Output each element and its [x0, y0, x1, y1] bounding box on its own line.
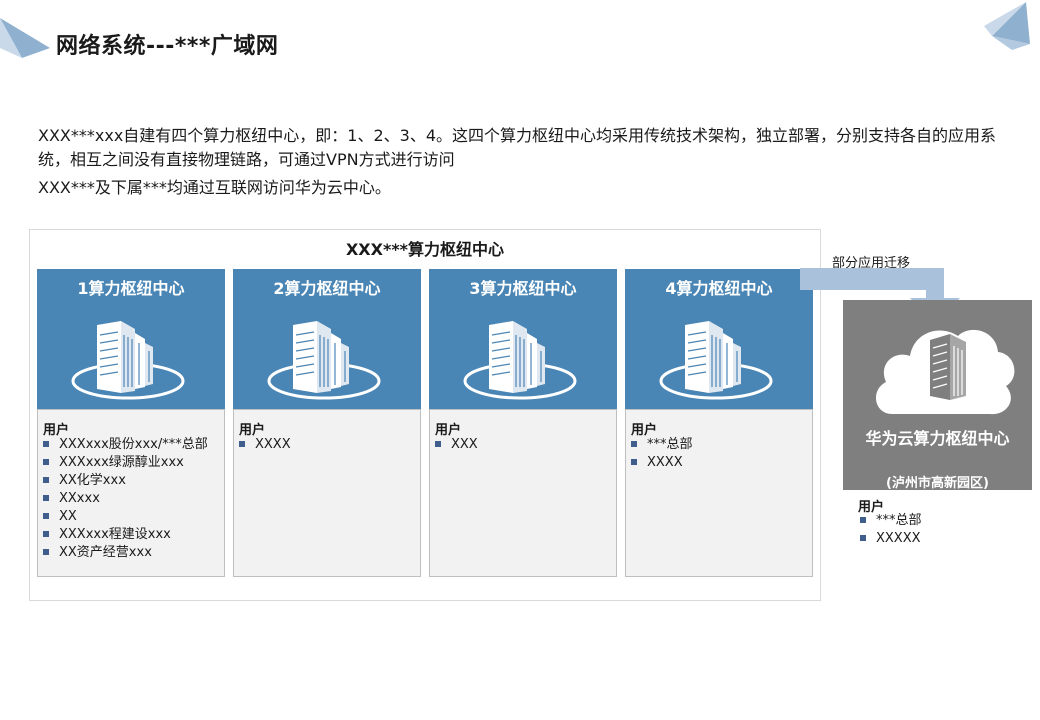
square-bullet-icon: [860, 534, 866, 541]
server-rack-icon: [71, 321, 185, 400]
hub-2-header: 2算力枢纽中心: [233, 269, 421, 409]
list-item: XXXxxx程建设xxx: [41, 526, 208, 544]
huawei-cloud-location: (泸州市高新园区): [886, 476, 989, 491]
intro-paragraph: XXX***xxx自建有四个算力枢纽中心，即：1、2、3、4。这四个算力枢纽中心…: [38, 126, 997, 169]
list-item: XX化学xxx: [41, 472, 208, 490]
hub-2-label: 2算力枢纽中心: [273, 279, 381, 298]
list-item: XXXX: [629, 454, 693, 472]
square-bullet-icon: [43, 494, 49, 501]
list-item: XX: [41, 508, 208, 526]
user-name: XXXxxx股份xxx/***总部: [59, 437, 208, 452]
huawei-users-panel: 用户 ***总部 XXXXX: [855, 496, 1035, 556]
square-bullet-icon: [631, 440, 637, 447]
hub-2-user-list: XXXX: [237, 436, 291, 454]
hub-4-header: 4算力枢纽中心: [625, 269, 813, 409]
hub-group-title: XXX***算力枢纽中心: [345, 240, 505, 259]
user-name: ***总部: [876, 513, 922, 528]
hub-4-user-list: ***总部 XXXX: [629, 436, 693, 472]
user-name: XXXX: [647, 455, 683, 470]
user-name: XX化学xxx: [59, 473, 126, 488]
server-rack-icon: [267, 321, 381, 400]
server-rack-icon: [659, 321, 773, 400]
square-bullet-icon: [43, 476, 49, 483]
access-paragraph: XXX***及下属***均通过互联网访问华为云中心。: [38, 178, 391, 197]
user-name: XXXxxx绿源醇业xxx: [59, 455, 184, 470]
square-bullet-icon: [239, 440, 245, 447]
user-name: XXXXX: [876, 531, 921, 546]
list-item: XXXxxx股份xxx/***总部: [41, 436, 208, 454]
user-name: XX: [59, 509, 77, 524]
user-name: ***总部: [647, 437, 693, 452]
cloud-server-icon: [875, 329, 1015, 415]
hub-3-header: 3算力枢纽中心: [429, 269, 617, 409]
hub-1-header: 1算力枢纽中心: [37, 269, 225, 409]
hub-1-label: 1算力枢纽中心: [77, 279, 185, 298]
list-item: XXxxx: [41, 490, 208, 508]
huawei-cloud-label: 华为云算力枢纽中心: [865, 429, 1010, 448]
hub-1-users-panel: 用户 XXXxxx股份xxx/***总部 XXXxxx绿源醇业xxx XX化学x…: [37, 409, 225, 577]
list-item: ***总部: [629, 436, 693, 454]
square-bullet-icon: [43, 458, 49, 465]
square-bullet-icon: [43, 530, 49, 537]
list-item: XX资产经营xxx: [41, 544, 208, 562]
hub-3-label: 3算力枢纽中心: [469, 279, 577, 298]
list-item: XXX: [433, 436, 478, 454]
corner-decoration-left: [0, 18, 50, 58]
user-name: XXXX: [255, 437, 291, 452]
page-title: 网络系统---***广域网: [56, 34, 279, 59]
hub-3-users-panel: 用户 XXX: [429, 409, 617, 577]
corner-decoration-right: [984, 2, 1030, 50]
user-name: XXX: [451, 437, 478, 452]
square-bullet-icon: [631, 458, 637, 465]
list-item: XXXX: [237, 436, 291, 454]
list-item: XXXXX: [858, 530, 922, 548]
user-name: XX资产经营xxx: [59, 545, 152, 560]
huawei-user-list: ***总部 XXXXX: [858, 512, 922, 548]
square-bullet-icon: [43, 440, 49, 447]
user-name: XXXxxx程建设xxx: [59, 527, 171, 542]
square-bullet-icon: [43, 512, 49, 519]
hub-1-user-list: XXXxxx股份xxx/***总部 XXXxxx绿源醇业xxx XX化学xxx …: [41, 436, 208, 562]
square-bullet-icon: [43, 548, 49, 555]
hub-4-users-panel: 用户 ***总部 XXXX: [625, 409, 813, 577]
square-bullet-icon: [435, 440, 441, 447]
square-bullet-icon: [860, 516, 866, 523]
user-name: XXxxx: [59, 491, 100, 506]
hub-2-users-panel: 用户 XXXX: [233, 409, 421, 577]
list-item: ***总部: [858, 512, 922, 530]
hub-3-user-list: XXX: [433, 436, 478, 454]
server-rack-icon: [463, 321, 577, 400]
hub-4-label: 4算力枢纽中心: [665, 279, 773, 298]
list-item: XXXxxx绿源醇业xxx: [41, 454, 208, 472]
